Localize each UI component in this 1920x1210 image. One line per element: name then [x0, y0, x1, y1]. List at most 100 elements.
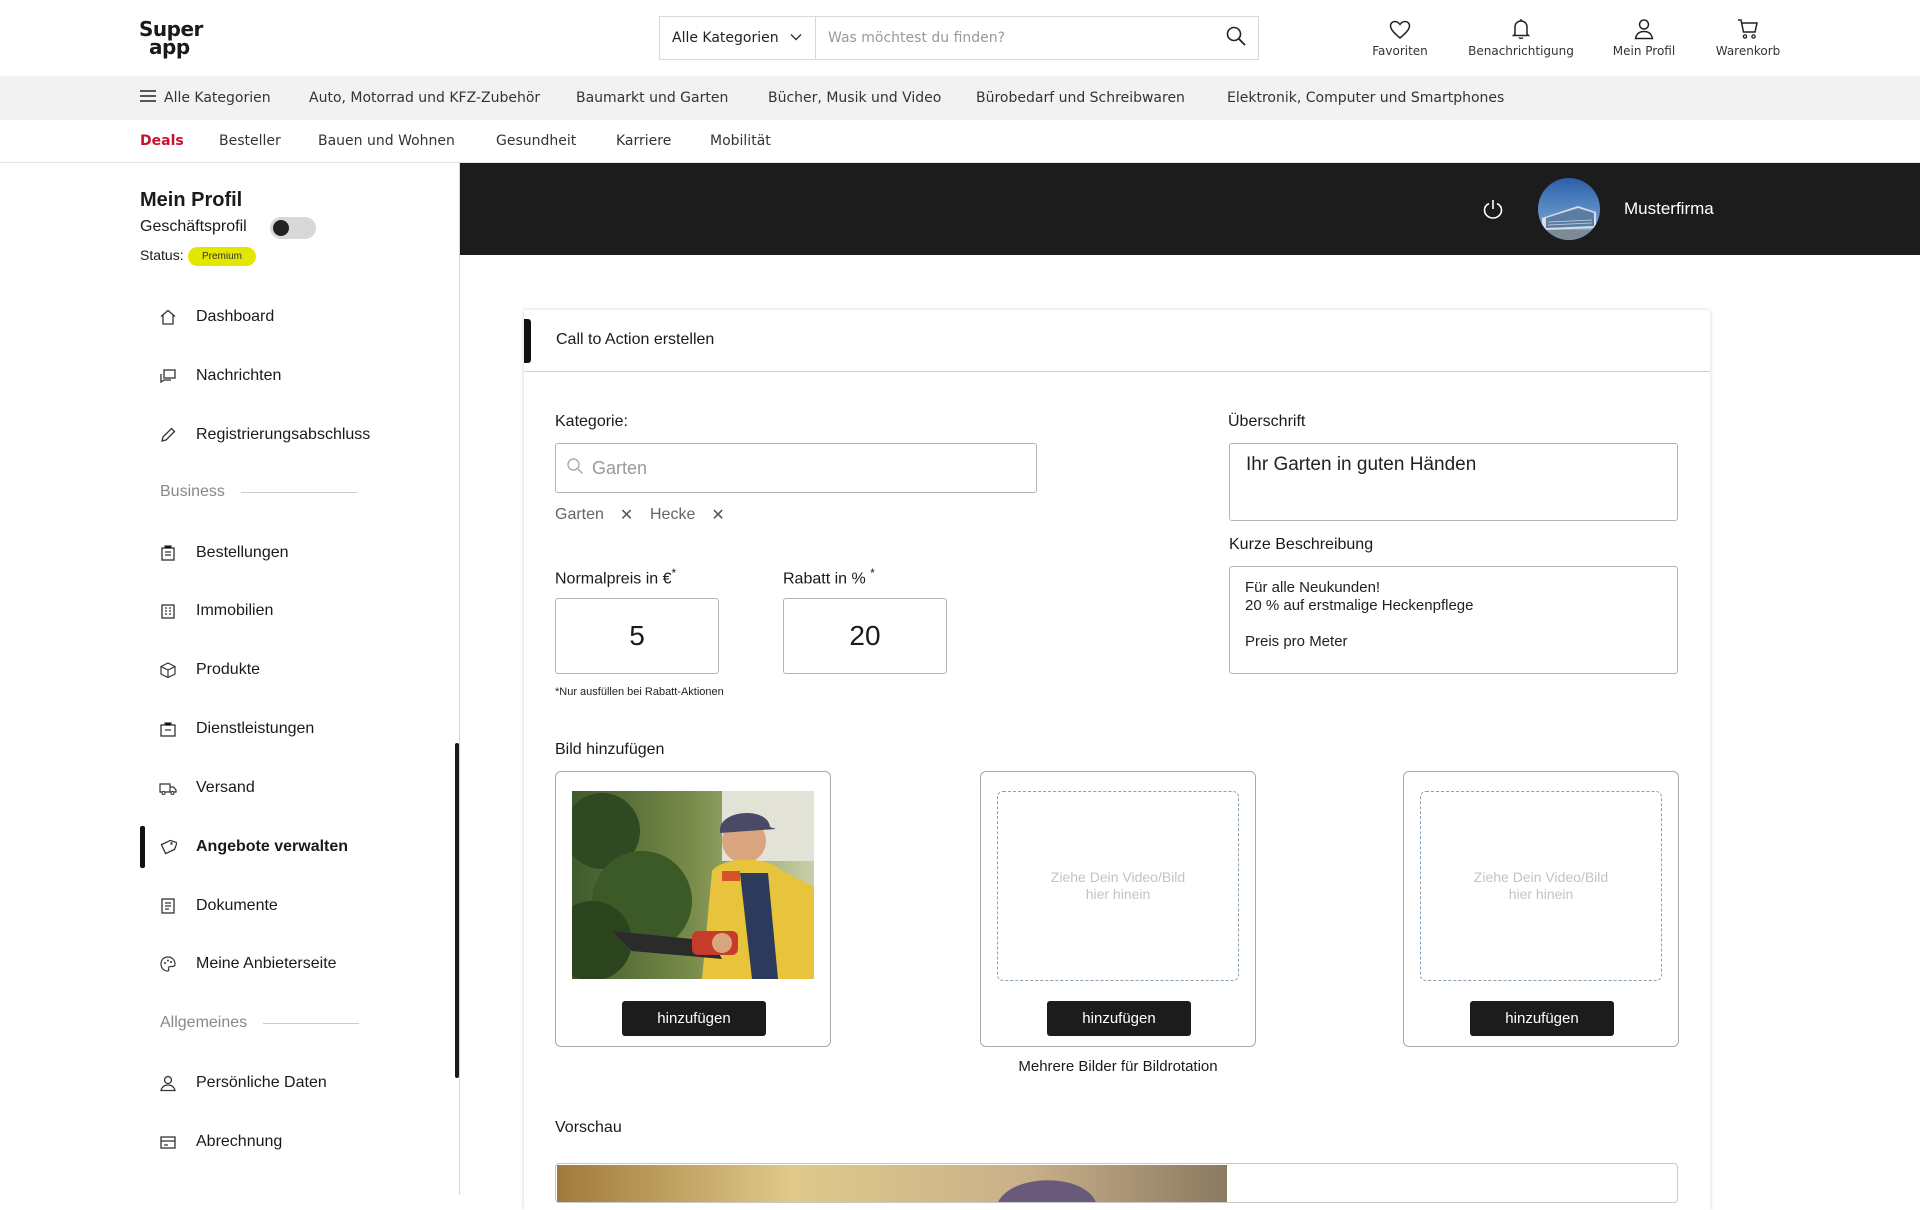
orders-icon: [158, 543, 178, 563]
subnav-besteller[interactable]: Besteller: [219, 133, 281, 149]
headline-value: Ihr Garten in guten Händen: [1246, 454, 1477, 475]
image-dropzone[interactable]: Ziehe Dein Video/Bild hier hinein: [1420, 791, 1662, 981]
headline-input[interactable]: Ihr Garten in guten Händen: [1229, 443, 1678, 521]
superapp-logo[interactable]: Super app: [139, 19, 203, 57]
sidebar-item-persoenliche-daten[interactable]: Persönliche Daten: [140, 1063, 327, 1103]
palette-icon: [158, 954, 178, 974]
favorites-button[interactable]: Favoriten: [1372, 14, 1428, 58]
building-icon: [158, 601, 178, 621]
section-business-label: Business: [160, 483, 225, 500]
notifications-button[interactable]: Benachrichtigung: [1466, 14, 1576, 58]
section-business: Business: [160, 483, 357, 501]
subnav-karriere[interactable]: Karriere: [616, 133, 671, 149]
sidebar-item-dashboard[interactable]: Dashboard: [140, 297, 274, 337]
subnav-deals[interactable]: Deals: [140, 133, 184, 149]
sidebar-item-dokumente[interactable]: Dokumente: [140, 886, 278, 926]
sidebar-item-label: Angebote verwalten: [196, 838, 349, 855]
section-general: Allgemeines: [160, 1014, 360, 1032]
subnav-bauen-wohnen[interactable]: Bauen und Wohnen: [318, 133, 455, 149]
power-icon: [1482, 200, 1504, 224]
sidebar-item-registrierung[interactable]: Registrierungsabschluss: [140, 415, 370, 455]
sidebar-item-label: Meine Anbieterseite: [196, 955, 337, 972]
preview-image: [557, 1165, 1227, 1202]
business-profile-toggle[interactable]: [270, 217, 316, 239]
sidebar-item-label: Dashboard: [196, 308, 275, 325]
cart-button[interactable]: Warenkorb: [1712, 14, 1784, 58]
discount-label-text: Rabatt in %: [783, 570, 866, 588]
sidebar-scrollbar[interactable]: [455, 743, 459, 1078]
profile-sidebar: Mein Profil Geschäftsprofil Status: Prem…: [0, 163, 460, 1195]
dropzone-text: Ziehe Dein Video/Bild hier hinein: [1050, 869, 1186, 902]
profile-button[interactable]: Mein Profil: [1612, 14, 1676, 58]
sidebar-item-nachrichten[interactable]: Nachrichten: [140, 356, 281, 396]
user-icon: [158, 1073, 178, 1093]
section-divider: [263, 1022, 360, 1024]
category-elektronik[interactable]: Elektronik, Computer und Smartphones: [1227, 90, 1504, 106]
sidebar-item-label: Produkte: [196, 661, 261, 678]
short-desc-line: Für alle Neukunden!: [1245, 579, 1381, 596]
sidebar-item-versand[interactable]: Versand: [140, 768, 255, 808]
preview-panel: [555, 1163, 1678, 1203]
subnav-mobilitaet[interactable]: Mobilität: [710, 133, 771, 149]
image-slot-1: hinzufügen: [555, 771, 831, 1047]
category-nav: Alle Kategorien Auto, Motorrad und KFZ-Z…: [0, 76, 1920, 120]
category-auto[interactable]: Auto, Motorrad und KFZ-Zubehör: [309, 90, 540, 106]
image-dropzone[interactable]: Ziehe Dein Video/Bild hier hinein: [997, 791, 1239, 981]
status-badge: Premium: [188, 247, 257, 266]
image-rotation-caption: Mehrere Bilder für Bildrotation: [1018, 1058, 1218, 1075]
heart-icon: [1372, 14, 1428, 40]
remove-tag-icon[interactable]: ✕: [711, 505, 724, 525]
short-desc-textarea[interactable]: Für alle Neukunden! 20 % auf erstmalige …: [1229, 566, 1678, 674]
preview-label: Vorschau: [555, 1119, 622, 1136]
sidebar-item-immobilien[interactable]: Immobilien: [140, 591, 273, 631]
home-icon: [158, 307, 178, 327]
normal-price-label-text: Normalpreis in €: [555, 570, 672, 588]
sidebar-item-bestellungen[interactable]: Bestellungen: [140, 533, 289, 573]
pencil-icon: [158, 425, 178, 445]
add-image-button[interactable]: hinzufügen: [1470, 1001, 1614, 1036]
company-name[interactable]: Musterfirma: [1624, 199, 1714, 219]
normal-price-input[interactable]: 5: [555, 598, 719, 674]
status-label: Status:: [140, 247, 184, 263]
search-icon: [566, 457, 584, 480]
gardener-photo: [572, 791, 814, 979]
tag-label: Hecke: [650, 506, 696, 523]
sidebar-item-label: Nachrichten: [196, 367, 282, 384]
truck-icon: [158, 778, 178, 798]
short-desc-line: 20 % auf erstmalige Heckenpflege: [1245, 597, 1474, 614]
tag-label: Garten: [555, 506, 604, 523]
all-categories-label: Alle Kategorien: [164, 90, 271, 106]
dropzone-text: Ziehe Dein Video/Bild hier hinein: [1473, 869, 1609, 902]
header-accent: [524, 319, 531, 363]
search-button[interactable]: [1214, 17, 1258, 59]
sidebar-item-anbieterseite[interactable]: Meine Anbieterseite: [140, 944, 337, 984]
all-categories-menu[interactable]: Alle Kategorien: [140, 90, 271, 106]
tag-chip: Garten ✕: [555, 505, 633, 525]
logout-button[interactable]: [1482, 198, 1504, 225]
category-baumarkt[interactable]: Baumarkt und Garten: [576, 90, 728, 106]
search-input[interactable]: [816, 17, 1214, 59]
category-buecher[interactable]: Bücher, Musik und Video: [768, 90, 941, 106]
category-buerobedarf[interactable]: Bürobedarf und Schreibwaren: [976, 90, 1185, 106]
document-icon: [158, 896, 178, 916]
short-desc-line: Preis pro Meter: [1245, 633, 1348, 650]
sidebar-item-angebote[interactable]: Angebote verwalten: [140, 827, 348, 867]
sidebar-item-label: Dokumente: [196, 897, 278, 914]
add-image-button[interactable]: hinzufügen: [1047, 1001, 1191, 1036]
discount-label: Rabatt in % *: [783, 566, 875, 588]
sidebar-item-label: Versand: [196, 779, 255, 796]
category-search-input[interactable]: Garten: [555, 443, 1037, 493]
image-slot-2: Ziehe Dein Video/Bild hier hinein hinzuf…: [980, 771, 1256, 1047]
discount-input[interactable]: 20: [783, 598, 947, 674]
card-title: Call to Action erstellen: [556, 331, 715, 348]
category-label: Kategorie:: [555, 413, 628, 430]
search-icon: [1225, 25, 1247, 52]
sidebar-item-dienstleistungen[interactable]: Dienstleistungen: [140, 709, 314, 749]
subnav-gesundheit[interactable]: Gesundheit: [496, 133, 576, 149]
add-image-button[interactable]: hinzufügen: [622, 1001, 766, 1036]
company-avatar[interactable]: [1538, 178, 1600, 240]
sidebar-item-produkte[interactable]: Produkte: [140, 650, 260, 690]
sidebar-item-abrechnung[interactable]: Abrechnung: [140, 1122, 282, 1162]
category-dropdown[interactable]: Alle Kategorien: [660, 17, 816, 59]
remove-tag-icon[interactable]: ✕: [620, 505, 633, 525]
